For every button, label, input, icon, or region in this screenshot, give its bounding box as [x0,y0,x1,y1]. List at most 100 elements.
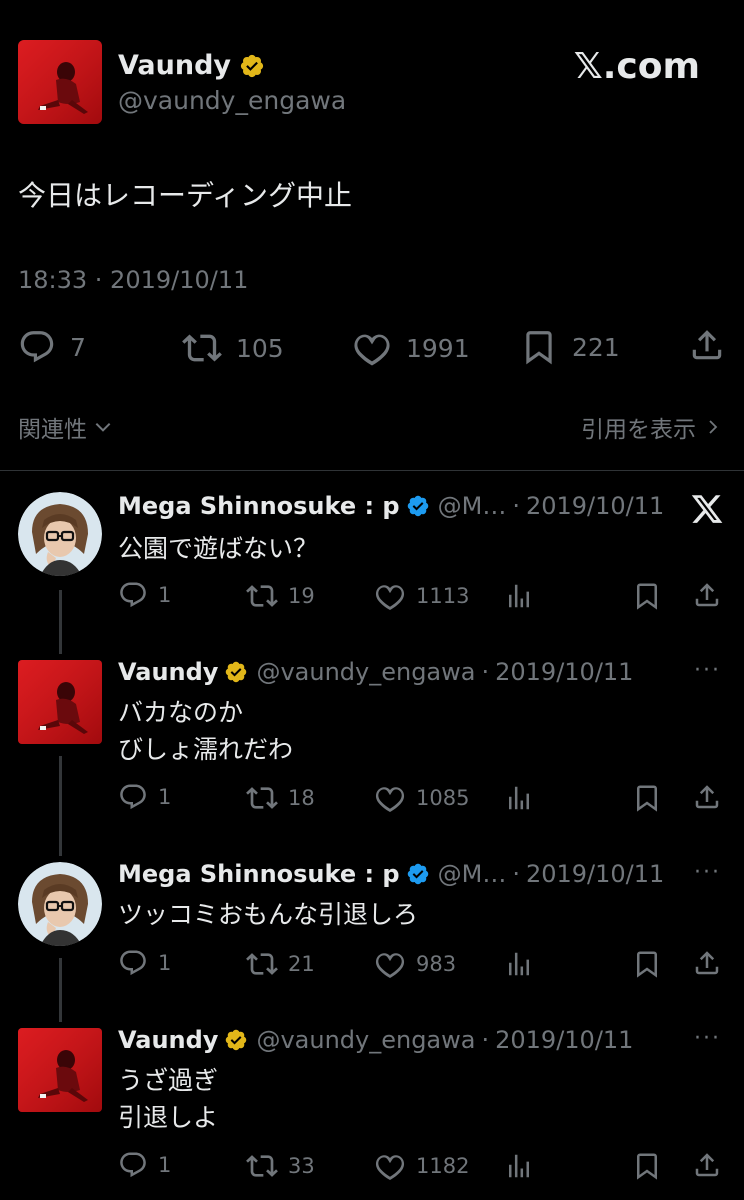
retweet-action[interactable]: 105 [182,328,284,368]
reply-count: 1 [158,583,172,607]
bookmark-icon[interactable] [632,581,662,611]
retweet-count: 33 [288,1154,315,1178]
heart-icon [374,580,406,612]
reply-text: 公園で遊ばない？ [118,530,318,567]
heart-icon [374,948,406,980]
bookmark-icon [520,328,558,366]
avatar[interactable] [18,40,102,124]
avatar[interactable] [18,862,102,946]
share-icon[interactable] [692,1150,722,1180]
reply-action[interactable]: 1 [118,782,171,812]
retweet-icon [246,1150,278,1182]
verified-badge-icon [224,1028,248,1052]
reply-header: Mega Shinnosuke : p @M… · 2019/10/11 [118,492,664,520]
tweet-text: 今日はレコーディング中止 [18,179,353,212]
reply-count: 1 [158,1153,172,1177]
avatar[interactable] [18,660,102,744]
heart-icon [352,328,392,368]
bar-chart-icon[interactable] [504,949,534,979]
reply-action[interactable]: 1 [118,1150,171,1180]
like-count: 1991 [406,333,470,363]
view-quotes-label: 引用を表示 [581,417,696,443]
thread-line [59,958,62,1022]
like-action[interactable]: 1113 [374,580,469,612]
more-dots-icon[interactable]: ··· [694,1026,721,1051]
author-display-name[interactable]: Vaundy [118,658,218,686]
author-display-name[interactable]: Mega Shinnosuke : p [118,492,400,520]
more-dots-icon[interactable]: ··· [694,658,721,683]
reply-header: Vaundy @vaundy_engawa · 2019/10/11 [118,1026,633,1054]
reply-text: ツッコミおもんな引退しろ [118,896,418,933]
speech-bubble-icon [118,1150,148,1180]
share-button[interactable] [688,326,726,364]
sort-relevance-dropdown[interactable]: 関連性 [18,410,113,444]
like-count: 1182 [416,1154,470,1178]
author-handle[interactable]: @vaundy_engawa [118,86,346,115]
retweet-count: 105 [236,333,284,363]
retweet-action[interactable]: 19 [246,580,315,612]
reply-text-line: びしょ濡れだわ [118,735,294,764]
reply-count: 1 [158,951,172,975]
tweet-timestamp[interactable]: 18:33 · 2019/10/11 [18,266,248,294]
retweet-icon [246,580,278,612]
author-handle[interactable]: @M… [438,492,507,520]
avatar[interactable] [18,1028,102,1112]
author-handle[interactable]: @M… [438,860,507,888]
bar-chart-icon[interactable] [504,581,534,611]
author-display-name[interactable]: Vaundy [118,1026,218,1054]
author-display-name[interactable]: Vaundy [118,50,231,81]
bar-chart-icon[interactable] [504,783,534,813]
author-name-row: Vaundy [118,50,265,81]
x-com-logo: 𝕏.com [573,46,700,87]
heart-icon [374,782,406,814]
reply-date[interactable]: 2019/10/11 [526,492,664,520]
retweet-icon [246,948,278,980]
retweet-icon [246,782,278,814]
share-icon[interactable] [692,782,722,812]
chevron-down-icon [95,422,111,432]
reply-count: 7 [70,332,86,362]
reply-action[interactable]: 7 [18,328,86,366]
bookmark-icon[interactable] [632,783,662,813]
share-icon[interactable] [692,580,722,610]
retweet-count: 18 [288,786,315,810]
speech-bubble-icon [118,782,148,812]
author-handle[interactable]: @vaundy_engawa [256,1026,475,1054]
reply-text-line: ツッコミおもんな引退しろ [118,900,419,929]
reply-date[interactable]: 2019/10/11 [526,860,664,888]
separator-dot: · [481,658,490,686]
author-display-name[interactable]: Mega Shinnosuke : p [118,860,400,888]
avatar[interactable] [18,492,102,576]
reply-action[interactable]: 1 [118,580,171,610]
speech-bubble-icon [118,580,148,610]
bar-chart-icon[interactable] [504,1151,534,1181]
speech-bubble-icon [18,328,56,366]
like-action[interactable]: 1182 [374,1150,469,1182]
share-icon[interactable] [692,948,722,978]
like-action[interactable]: 1991 [352,328,470,368]
like-count: 1085 [416,786,470,810]
reply-date[interactable]: 2019/10/11 [495,1026,633,1054]
reply-text-line: 引退しよ [118,1103,219,1132]
reply-action[interactable]: 1 [118,948,171,978]
retweet-action[interactable]: 33 [246,1150,315,1182]
retweet-action[interactable]: 18 [246,782,315,814]
like-action[interactable]: 1085 [374,782,469,814]
retweet-action[interactable]: 21 [246,948,315,980]
more-dots-icon[interactable]: ··· [694,860,721,885]
chevron-right-icon [709,420,718,434]
reply-text-line: バカなのか [118,698,244,727]
bookmark-icon[interactable] [632,949,662,979]
retweet-count: 19 [288,584,315,608]
x-logo-icon [690,492,724,526]
like-count: 1113 [416,584,470,608]
view-quotes-link[interactable]: 引用を表示 [581,410,722,444]
bookmark-count: 221 [572,332,620,362]
like-action[interactable]: 983 [374,948,456,980]
separator-dot: · [512,860,520,888]
bookmark-action[interactable]: 221 [520,328,620,366]
reply-text-line: 公園で遊ばない？ [118,534,319,563]
author-handle[interactable]: @vaundy_engawa [256,658,475,686]
bookmark-icon[interactable] [632,1151,662,1181]
reply-date[interactable]: 2019/10/11 [495,658,633,686]
